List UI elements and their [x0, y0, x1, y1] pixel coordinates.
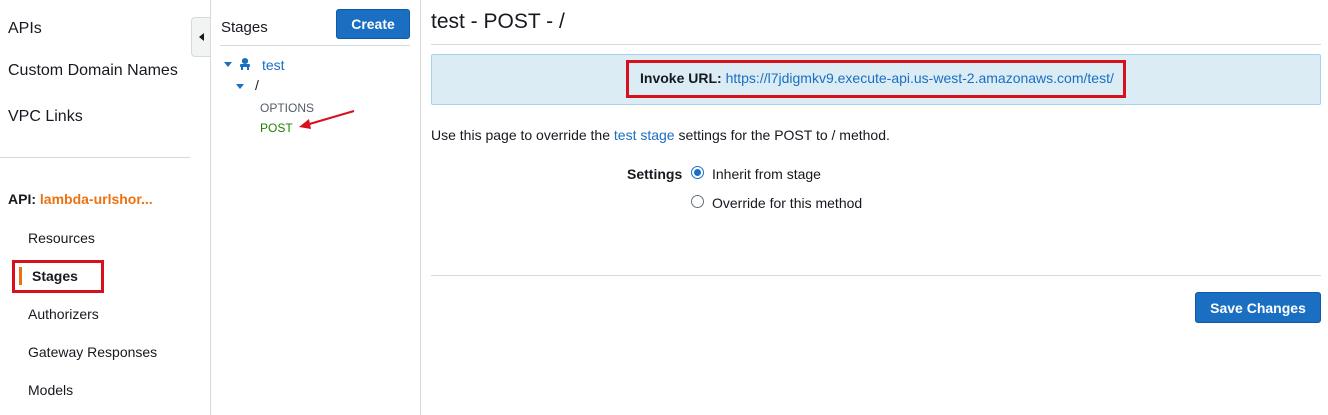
desc-prefix: Use this page to override the	[431, 127, 614, 143]
override-method-label[interactable]: Override for this method	[712, 195, 862, 211]
create-stage-button[interactable]: Create	[336, 9, 410, 39]
collapse-left-icon	[198, 33, 204, 41]
nav-item-authorizers[interactable]: Authorizers	[28, 306, 99, 322]
left-navigation: APIs Custom Domain Names VPC Links API: …	[0, 0, 191, 415]
collapse-nav-button[interactable]	[191, 17, 210, 57]
test-stage-link[interactable]: test stage	[614, 127, 675, 143]
tree-resource-root[interactable]: /	[255, 77, 259, 93]
nav-item-gateway-responses[interactable]: Gateway Responses	[28, 344, 157, 360]
api-heading: API: lambda-urlshor...	[8, 191, 153, 207]
nav-item-vpc-links[interactable]: VPC Links	[8, 108, 83, 126]
footer-divider	[431, 275, 1321, 276]
expand-resource-caret-icon[interactable]	[236, 84, 244, 89]
desc-suffix: settings for the POST to / method.	[674, 127, 890, 143]
settings-label: Settings	[627, 166, 683, 182]
panel-divider-right	[420, 0, 421, 415]
nav-item-resources[interactable]: Resources	[28, 230, 95, 246]
nav-item-models[interactable]: Models	[28, 382, 73, 398]
stage-icon	[240, 58, 250, 70]
api-prefix: API:	[8, 191, 36, 207]
nav-item-custom-domain-names[interactable]: Custom Domain Names	[8, 62, 178, 80]
api-name-link[interactable]: lambda-urlshor...	[40, 191, 153, 207]
tree-stage-test[interactable]: test	[262, 57, 285, 73]
inherit-from-stage-label[interactable]: Inherit from stage	[712, 166, 821, 182]
panel-divider-left	[210, 0, 211, 415]
nav-item-apis[interactable]: APIs	[8, 20, 42, 38]
annotation-highlight-stages	[12, 260, 104, 293]
nav-divider	[0, 157, 190, 158]
tree-method-post[interactable]: POST	[260, 121, 293, 135]
stages-panel-title: Stages	[221, 19, 268, 36]
override-method-radio[interactable]	[691, 195, 704, 208]
annotation-highlight-invoke-url	[626, 60, 1126, 98]
expand-stage-caret-icon[interactable]	[224, 62, 232, 67]
stages-divider	[220, 45, 410, 46]
inherit-from-stage-radio[interactable]	[691, 166, 704, 179]
annotation-arrow-icon	[299, 110, 355, 129]
save-changes-button[interactable]: Save Changes	[1195, 292, 1321, 323]
page-title: test - POST - /	[431, 10, 565, 33]
title-divider	[431, 44, 1321, 45]
override-description: Use this page to override the test stage…	[431, 127, 890, 143]
